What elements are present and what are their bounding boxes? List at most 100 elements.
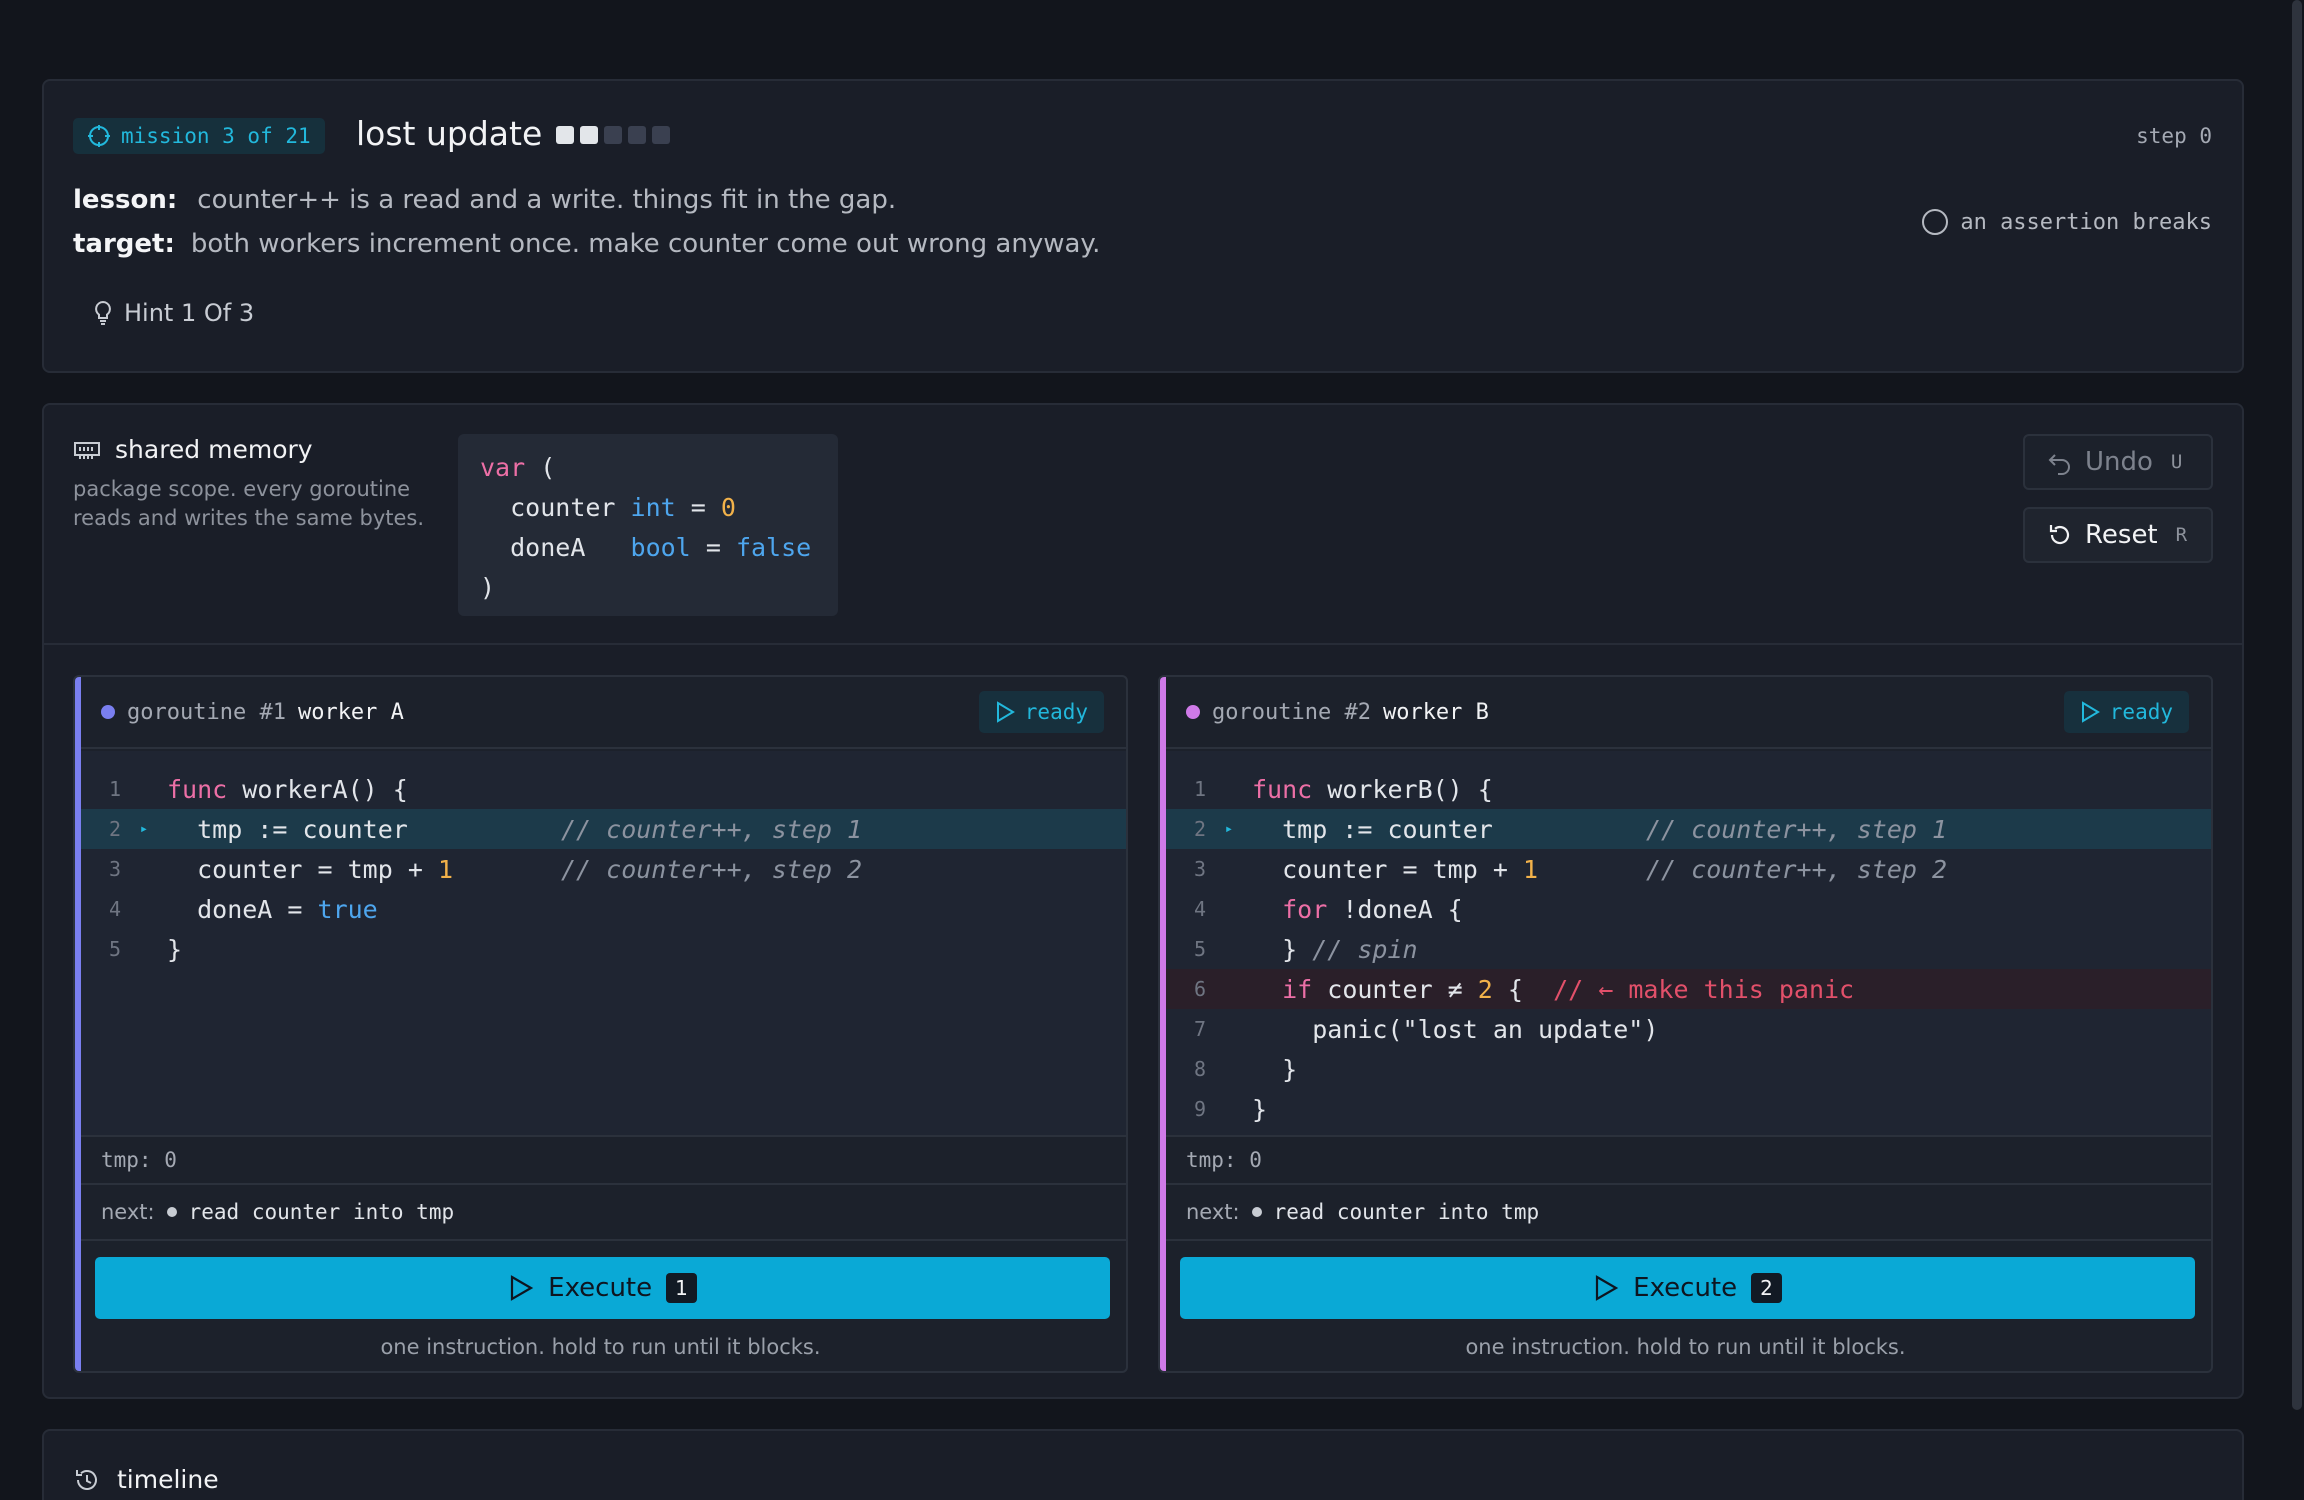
code-line: 1 func workerA() { <box>81 769 1126 809</box>
code-keyword: func <box>167 774 228 804</box>
goal-status: an assertion breaks <box>1922 209 2212 235</box>
timeline-header: timeline <box>73 1465 219 1494</box>
line-number: 1 <box>1193 777 1206 801</box>
code-number: 2 <box>1477 974 1493 1004</box>
target-row: target: both workers increment once. mak… <box>73 229 1100 259</box>
current-line-arrow-icon: ▸ <box>139 821 149 837</box>
lesson-label: lesson: <box>73 185 178 215</box>
hint-button[interactable]: Hint 1 Of 3 <box>92 299 254 327</box>
undo-shortcut: U <box>2170 451 2183 473</box>
line-number: 1 <box>108 777 121 801</box>
code-text: workerA() { <box>227 774 408 804</box>
code-paren: ) <box>480 573 496 602</box>
code-line-current: 2 ▸ tmp := counter // counter++, step 1 <box>81 809 1126 849</box>
execute-shortcut: 1 <box>666 1273 697 1303</box>
code-text: panic("lost an update") <box>1252 1014 1659 1044</box>
code-op: = <box>705 533 721 562</box>
undo-button[interactable]: Undo U <box>2023 434 2213 490</box>
code-line: 5} <box>81 929 1126 969</box>
code-text: } <box>167 934 183 964</box>
lesson-row: lesson: counter++ is a read and a write.… <box>73 185 896 215</box>
code-text: { <box>1492 974 1523 1004</box>
execute-label: Execute <box>548 1273 653 1303</box>
play-icon <box>1596 1275 1619 1301</box>
shared-memory-header: shared memory <box>73 435 313 464</box>
line-number: 3 <box>108 857 121 881</box>
execute-help-text: one instruction. hold to run until it bl… <box>1465 1335 1906 1359</box>
var-name: counter <box>510 493 616 522</box>
workspace-card: shared memory package scope. every gorou… <box>42 403 2244 1399</box>
line-number: 4 <box>108 897 121 921</box>
code-line: 3 counter = tmp + 1 // counter++, step 2 <box>1166 849 2211 889</box>
local-tmp-value: tmp: 0 <box>1166 1135 2211 1185</box>
difficulty-pip <box>628 126 646 144</box>
code-line: 5 } // spin <box>1166 929 2211 969</box>
target-icon <box>88 125 110 147</box>
goroutine-id: goroutine #1 <box>127 699 286 725</box>
code-bool: true <box>317 894 378 924</box>
play-icon <box>996 701 1015 723</box>
mission-card: mission 3 of 21 lost update step 0 lesso… <box>42 79 2244 373</box>
code-line: 8 } <box>1166 1049 2211 1089</box>
code-keyword: var <box>480 453 526 482</box>
line-number: 8 <box>1193 1057 1206 1081</box>
code-line: 4 doneA = true <box>81 889 1126 929</box>
reset-button[interactable]: Reset R <box>2023 507 2213 563</box>
code-comment-target: // ← make this panic <box>1553 974 1855 1004</box>
var-value: false <box>735 533 812 562</box>
goroutine-header: goroutine #2 worker B ready <box>1166 677 2211 749</box>
play-icon <box>511 1275 534 1301</box>
memory-icon <box>74 441 100 459</box>
execute-button-worker-b[interactable]: Execute 2 <box>1180 1257 2195 1319</box>
code-comment: // counter++, step 1 <box>561 814 863 844</box>
goroutine-dot <box>1186 705 1200 719</box>
var-value: 0 <box>720 493 736 522</box>
code-text: !doneA { <box>1327 894 1463 924</box>
code-line: 7 panic("lost an update") <box>1166 1009 2211 1049</box>
next-instruction: next: read counter into tmp <box>81 1185 1126 1241</box>
timeline-title: timeline <box>117 1465 219 1494</box>
line-number: 4 <box>1193 897 1206 921</box>
section-divider <box>44 643 2242 645</box>
execute-button-worker-a[interactable]: Execute 1 <box>95 1257 1110 1319</box>
undo-icon <box>2048 454 2070 475</box>
next-text: read counter into tmp <box>1273 1200 1540 1224</box>
target-text: both workers increment once. make counte… <box>190 229 1101 259</box>
shared-variables-block: var ( counter int = 0 doneA bool = false… <box>458 434 838 616</box>
timeline-card: timeline <box>42 1429 2244 1500</box>
lesson-text: counter++ is a read and a write. things … <box>197 185 897 215</box>
var-type: bool <box>630 533 691 562</box>
code-keyword: if <box>1282 974 1313 1004</box>
code-text: } <box>1252 934 1313 964</box>
code-paren: ( <box>540 453 556 482</box>
code-line-current: 2 ▸ tmp := counter // counter++, step 1 <box>1166 809 2211 849</box>
reset-label: Reset <box>2085 520 2158 550</box>
next-text: read counter into tmp <box>188 1200 455 1224</box>
difficulty-pip <box>556 126 574 144</box>
shared-memory-title: shared memory <box>115 435 313 464</box>
code-number: 1 <box>1522 854 1538 884</box>
code-text: doneA = <box>167 894 318 924</box>
code-keyword: func <box>1252 774 1313 804</box>
reset-shortcut: R <box>2175 524 2188 546</box>
code-comment: // counter++, step 2 <box>1646 854 1948 884</box>
code-text: workerB() { <box>1312 774 1493 804</box>
goroutine-dot <box>101 705 115 719</box>
target-label: target: <box>73 229 175 259</box>
next-instruction: next: read counter into tmp <box>1166 1185 2211 1241</box>
code-line: 4 for !doneA { <box>1166 889 2211 929</box>
code-comment: // counter++, step 2 <box>561 854 863 884</box>
page-scrollbar[interactable] <box>2292 0 2302 1410</box>
code-view: 1 func workerA() { 2 ▸ tmp := counter // co… <box>81 751 1126 1135</box>
hint-label: Hint 1 Of 3 <box>124 299 255 327</box>
status-badge: ready <box>978 691 1104 733</box>
history-icon <box>76 1469 97 1490</box>
line-number: 7 <box>1193 1017 1206 1041</box>
current-line-arrow-icon: ▸ <box>1224 821 1234 837</box>
code-line: 1 func workerB() { <box>1166 769 2211 809</box>
goroutine-name: worker A <box>297 699 404 725</box>
goroutine-header: goroutine #1 worker A ready <box>81 677 1126 749</box>
step-counter: step 0 <box>2136 124 2212 148</box>
var-type: int <box>630 493 676 522</box>
code-line: 9} <box>1166 1089 2211 1129</box>
